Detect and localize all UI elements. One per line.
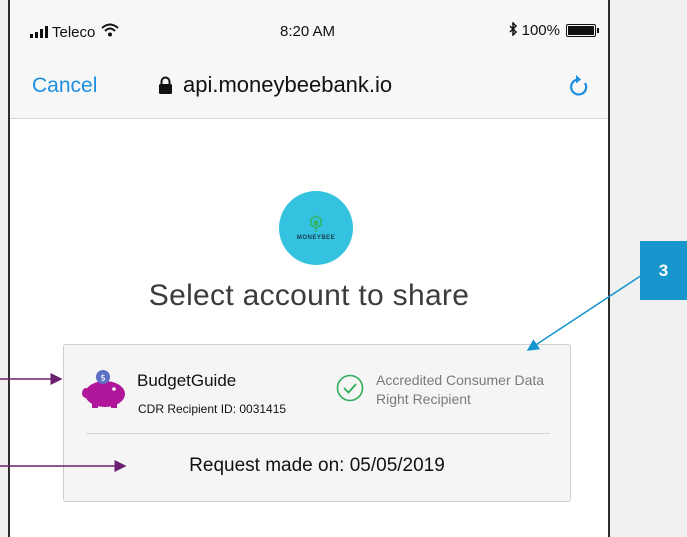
app-name: BudgetGuide bbox=[137, 371, 237, 390]
lock-icon bbox=[158, 76, 173, 94]
battery-label: 100% bbox=[521, 22, 560, 39]
moneybee-logo: MONEYBEE bbox=[279, 191, 353, 265]
status-left: Teleco bbox=[30, 23, 120, 41]
carrier-label: Teleco bbox=[52, 23, 96, 41]
battery-icon bbox=[566, 24, 599, 37]
content-area: MONEYBEE Select account to share $ Budge… bbox=[10, 119, 608, 537]
svg-text:$: $ bbox=[100, 374, 106, 384]
recipient-id: CDR Recipient ID: 0031415 bbox=[138, 402, 287, 416]
bluetooth-icon bbox=[508, 21, 518, 39]
cancel-button[interactable]: Cancel bbox=[32, 74, 97, 98]
bee-hexagon-icon bbox=[310, 215, 322, 232]
status-bar: Teleco 8:20 AM 100% bbox=[10, 0, 608, 58]
request-date: Request made on: 05/05/2019 bbox=[189, 455, 445, 476]
card-divider bbox=[86, 433, 550, 434]
phone-frame: Teleco 8:20 AM 100% Cancel api.moneybeeb… bbox=[8, 0, 610, 537]
piggy-bank-icon: $ bbox=[78, 369, 128, 414]
signal-icon bbox=[30, 26, 48, 38]
status-time: 8:20 AM bbox=[280, 23, 336, 40]
battery-fill bbox=[568, 26, 594, 35]
status-right: 100% bbox=[508, 21, 599, 39]
callout-badge: 3 bbox=[640, 241, 687, 300]
page-title: Select account to share bbox=[148, 279, 470, 312]
accreditation-text: Accredited Consumer Data Right Recipient bbox=[376, 372, 545, 407]
recipient-card: $ BudgetGuide CDR Recipient ID: 0031415 … bbox=[63, 344, 571, 502]
check-circle-icon bbox=[336, 374, 364, 407]
logo-text: MONEYBEE bbox=[296, 235, 336, 241]
url-text: api.moneybeebank.io bbox=[183, 72, 393, 97]
reload-icon[interactable] bbox=[568, 74, 590, 103]
browser-nav-bar: Cancel api.moneybeebank.io bbox=[10, 58, 608, 119]
wifi-icon bbox=[101, 23, 120, 41]
url-bar[interactable]: api.moneybeebank.io bbox=[158, 72, 392, 98]
